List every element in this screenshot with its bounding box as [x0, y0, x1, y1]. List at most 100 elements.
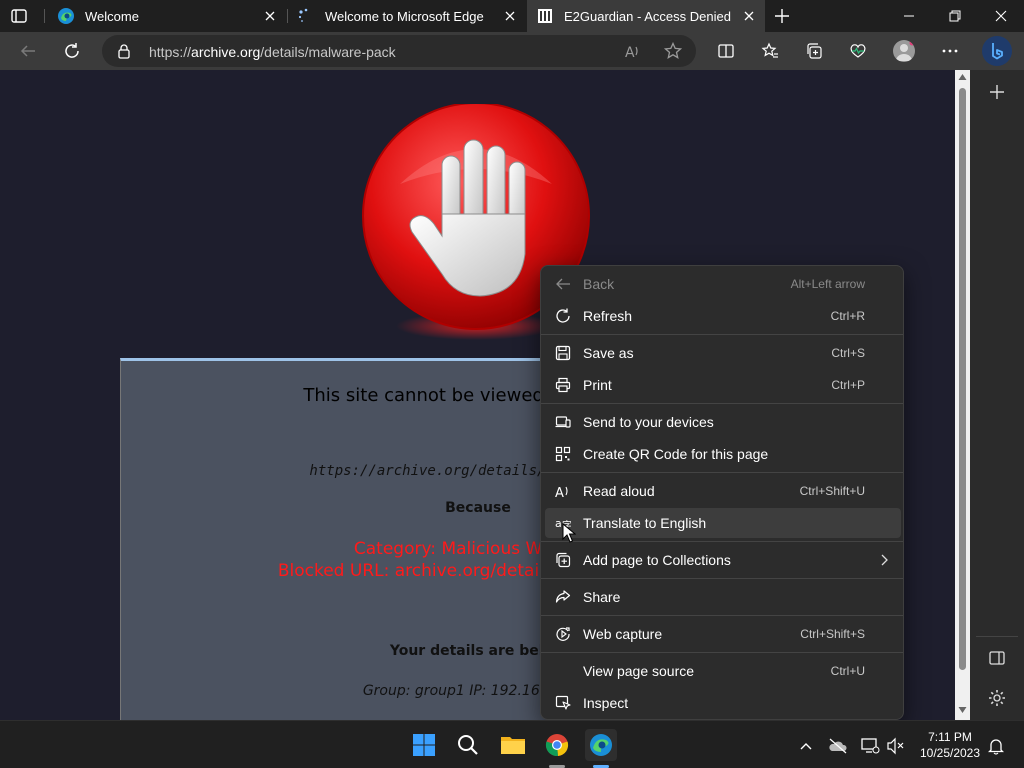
mouse-cursor-icon [562, 523, 576, 543]
scrollbar-thumb[interactable] [959, 88, 966, 670]
favorites-icon[interactable] [758, 39, 782, 63]
menu-label: Create QR Code for this page [583, 446, 769, 462]
menu-item-inspect[interactable]: Inspect [545, 688, 901, 718]
menu-item-print[interactable]: Print Ctrl+P [545, 370, 901, 400]
tab-access-denied[interactable]: E2Guardian - Access Denied [527, 0, 765, 32]
tab-bar: Welcome Welcome to Microsoft Edge E2Guar… [0, 0, 1024, 32]
search-icon[interactable] [452, 729, 484, 761]
menu-item-translate[interactable]: a字 Translate to English [545, 508, 901, 538]
lock-icon[interactable] [116, 43, 132, 59]
taskbar: 7:11 PM 10/25/2023 [0, 720, 1024, 768]
menu-item-back[interactable]: Back Alt+Left arrow [545, 269, 901, 299]
volume-muted-icon[interactable] [886, 736, 906, 756]
loading-icon [297, 7, 315, 25]
close-window-icon[interactable] [978, 0, 1024, 32]
menu-item-qr-code[interactable]: Create QR Code for this page [545, 439, 901, 469]
edge-sidebar [970, 70, 1024, 720]
chevron-right-icon [879, 553, 889, 569]
inspect-icon [554, 694, 572, 712]
read-aloud-icon[interactable]: A [621, 39, 645, 63]
svg-text:a: a [555, 517, 562, 530]
menu-label: View page source [583, 663, 695, 679]
chrome-icon[interactable] [541, 729, 573, 761]
edge-taskbar-icon[interactable] [585, 729, 617, 761]
menu-label: Save as [583, 345, 634, 361]
share-icon [554, 588, 572, 606]
menu-label: Read aloud [583, 483, 655, 499]
menu-item-share[interactable]: Share [545, 582, 901, 612]
collections-icon [554, 551, 572, 569]
send-devices-icon [554, 413, 572, 431]
url-text[interactable]: https://archive.org/details/malware-pack [149, 44, 396, 60]
close-tab-icon[interactable] [741, 8, 757, 24]
settings-gear-icon[interactable] [987, 688, 1007, 708]
menu-shortcut: Ctrl+Shift+U [799, 484, 865, 498]
menu-label: Add page to Collections [583, 552, 731, 568]
refresh-icon[interactable] [60, 39, 84, 63]
scroll-down-icon[interactable] [958, 706, 967, 714]
menu-item-save-as[interactable]: Save as Ctrl+S [545, 338, 901, 368]
hide-sidebar-icon[interactable] [987, 648, 1007, 668]
add-sidebar-icon[interactable] [987, 82, 1007, 102]
tab-title: E2Guardian - Access Denied [564, 8, 731, 24]
tab-welcome-edge[interactable]: Welcome to Microsoft Edge [288, 0, 526, 32]
menu-label: Web capture [583, 626, 663, 642]
page-icon [536, 7, 554, 25]
restore-icon[interactable] [932, 0, 978, 32]
menu-shortcut: Ctrl+Shift+S [800, 627, 865, 641]
chevron-up-icon[interactable] [796, 736, 816, 756]
menu-item-send-devices[interactable]: Send to your devices [545, 407, 901, 437]
menu-item-refresh[interactable]: Refresh Ctrl+R [545, 301, 901, 331]
menu-shortcut: Ctrl+U [830, 664, 865, 678]
menu-label: Print [583, 377, 612, 393]
back-arrow-icon[interactable] [16, 39, 40, 63]
onedrive-icon[interactable] [828, 736, 848, 756]
tab-title: Welcome to Microsoft Edge [325, 8, 484, 24]
vertical-scrollbar[interactable] [955, 70, 970, 720]
menu-shortcut: Ctrl+R [830, 309, 865, 323]
scroll-up-icon[interactable] [958, 73, 967, 81]
save-icon [554, 344, 572, 362]
menu-label: Back [583, 276, 615, 292]
clock-date: 10/25/2023 [919, 746, 981, 760]
new-tab-icon[interactable] [772, 6, 792, 26]
menu-label: Inspect [583, 695, 629, 711]
browser-essentials-icon[interactable] [846, 39, 870, 63]
close-tab-icon[interactable] [262, 8, 278, 24]
svg-text:A: A [555, 486, 564, 499]
tab-actions-icon[interactable] [10, 7, 28, 25]
menu-item-view-source[interactable]: View page source Ctrl+U [545, 656, 901, 686]
menu-shortcut: Ctrl+S [831, 346, 865, 360]
menu-item-read-aloud[interactable]: A Read aloud Ctrl+Shift+U [545, 476, 901, 506]
menu-shortcut: Ctrl+P [831, 378, 865, 392]
svg-text:A: A [625, 45, 635, 60]
menu-label: Refresh [583, 308, 633, 324]
menu-item-add-collections[interactable]: Add page to Collections [545, 545, 901, 575]
address-bar[interactable]: https://archive.org/details/malware-pack… [102, 35, 696, 67]
network-icon[interactable] [860, 736, 880, 756]
windows-start-icon[interactable] [408, 729, 440, 761]
edge-icon [57, 7, 75, 25]
notification-bell-icon[interactable] [986, 736, 1006, 756]
more-options-icon[interactable] [938, 39, 962, 63]
navigation-toolbar: https://archive.org/details/malware-pack… [0, 32, 1024, 70]
qr-code-icon [554, 445, 572, 463]
split-screen-icon[interactable] [714, 39, 738, 63]
menu-label: Send to your devices [583, 414, 714, 430]
clock-time: 7:11 PM [928, 730, 972, 744]
favorite-star-icon[interactable] [661, 39, 685, 63]
back-arrow-icon [554, 275, 572, 293]
tab-welcome[interactable]: Welcome [48, 0, 286, 32]
file-explorer-icon[interactable] [497, 729, 529, 761]
collections-icon[interactable] [802, 39, 826, 63]
bing-copilot-icon[interactable] [982, 36, 1012, 66]
system-clock[interactable]: 7:11 PM 10/25/2023 [912, 729, 988, 761]
avatar[interactable] [893, 40, 915, 62]
menu-item-web-capture[interactable]: Web capture Ctrl+Shift+S [545, 619, 901, 649]
refresh-icon [554, 307, 572, 325]
close-tab-icon[interactable] [502, 8, 518, 24]
minimize-icon[interactable] [886, 0, 932, 32]
read-aloud-icon: A [554, 482, 572, 500]
web-capture-icon [554, 625, 572, 643]
context-menu: Back Alt+Left arrow Refresh Ctrl+R Save … [540, 265, 904, 720]
